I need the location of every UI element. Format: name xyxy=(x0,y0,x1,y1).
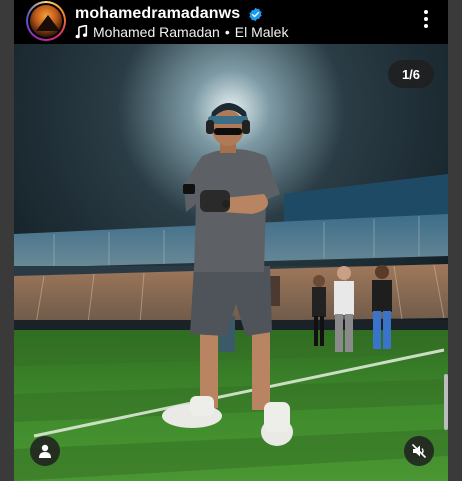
audio-artist: Mohamed Ramadan xyxy=(93,24,220,40)
speaker-muted-icon xyxy=(411,443,427,459)
username[interactable]: mohamedramadanws xyxy=(75,5,240,23)
audio-separator: • xyxy=(224,24,230,40)
carousel-edge xyxy=(444,374,448,430)
verified-badge-icon xyxy=(249,7,262,22)
avatar-image xyxy=(30,5,62,37)
mute-button[interactable] xyxy=(404,436,434,466)
avatar[interactable] xyxy=(26,1,66,41)
tag-people-button[interactable] xyxy=(30,436,60,466)
left-frame-border xyxy=(0,0,14,481)
music-note-icon xyxy=(75,25,88,39)
post-photo xyxy=(14,44,448,481)
more-vertical-icon[interactable] xyxy=(420,8,432,30)
audio-attribution[interactable]: Mohamed Ramadan • El Malek xyxy=(75,24,288,40)
user-tag-icon xyxy=(39,444,51,458)
post-media[interactable]: 1/6 xyxy=(14,44,448,481)
media-counter: 1/6 xyxy=(388,60,434,88)
right-frame-border xyxy=(448,0,462,481)
post-header: mohamedramadanws Mohamed Ramadan • El Ma… xyxy=(14,0,448,44)
audio-track: El Malek xyxy=(234,24,289,40)
